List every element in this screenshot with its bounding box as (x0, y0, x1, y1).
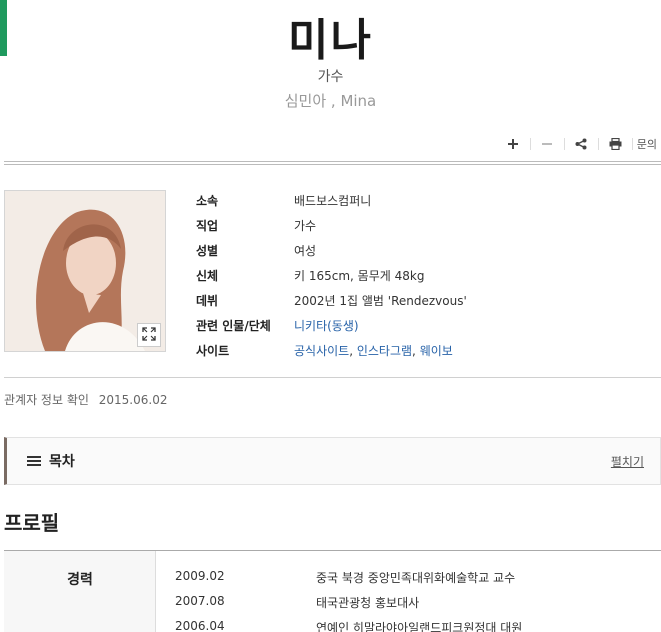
info-label: 데뷔 (196, 294, 219, 308)
weibo-link[interactable]: 웨이보 (420, 344, 453, 358)
official-site-link[interactable]: 공식사이트 (294, 344, 349, 358)
info-label: 성별 (196, 244, 219, 258)
info-label: 신체 (196, 269, 219, 283)
info-row-sites: 사이트 공식사이트, 인스타그램, 웨이보 (196, 338, 467, 363)
related-person-link[interactable]: 니키타(동생) (294, 317, 359, 334)
info-row-gender: 성별 여성 (196, 238, 467, 263)
printer-icon (609, 135, 622, 154)
person-alias: 심민아 , Mina (284, 92, 377, 110)
verification-date: 2015.06.02 (98, 393, 168, 407)
expand-icon (142, 326, 156, 345)
instagram-link[interactable]: 인스타그램 (357, 344, 412, 358)
toc-title: 목차 (49, 454, 75, 470)
info-value: 배드보스컴퍼니 (294, 194, 372, 208)
career-header-cell: 경력 (4, 551, 156, 632)
plus-icon (507, 135, 519, 154)
info-value: 여성 (294, 244, 317, 258)
career-date: 2009.02 (175, 569, 225, 583)
career-row: 2007.08 태국관광청 홍보대사 (175, 594, 522, 619)
career-table: 경력 2009.02 중국 북경 중앙민족대위화예술학교 교수 2007.08 … (4, 550, 661, 632)
print-button[interactable] (599, 135, 632, 153)
table-of-contents: 목차 펼치기 (4, 437, 661, 485)
info-divider (4, 377, 661, 378)
verification-label: 관계자 정보 확인 (4, 393, 89, 407)
comma-separator: , (349, 344, 357, 358)
profile-info: 소속 배드보스컴퍼니 직업 가수 성별 여성 신체 키 165cm, 몸무게 4… (196, 188, 467, 363)
info-value: 2002년 1집 앨범 'Rendezvous' (294, 294, 467, 308)
person-occupation: 가수 (317, 69, 344, 85)
career-date: 2007.08 (175, 594, 225, 608)
share-icon (575, 135, 587, 154)
remove-button[interactable] (531, 135, 564, 153)
info-label: 관련 인물/단체 (196, 319, 271, 333)
info-row-body: 신체 키 165cm, 몸무게 48kg (196, 263, 467, 288)
info-label: 사이트 (196, 344, 230, 358)
add-button[interactable] (497, 135, 530, 153)
info-row-related: 관련 인물/단체 니키타(동생) (196, 313, 467, 338)
inquiry-link[interactable]: 문의 (633, 136, 657, 152)
profile-photo[interactable] (4, 190, 166, 352)
info-row-occupation: 직업 가수 (196, 213, 467, 238)
info-value: 가수 (294, 219, 317, 233)
career-text: 연예인 히말라야아일랜드피크원정대 대원 (316, 621, 523, 632)
toolbar: 문의 (497, 135, 657, 153)
career-list: 2009.02 중국 북경 중앙민족대위화예술학교 교수 2007.08 태국관… (175, 569, 522, 632)
info-label: 직업 (196, 219, 219, 233)
info-row-agency: 소속 배드보스컴퍼니 (196, 188, 467, 213)
section-title: 프로필 (4, 511, 60, 535)
career-text: 중국 북경 중앙민족대위화예술학교 교수 (316, 571, 516, 585)
career-text: 태국관광청 홍보대사 (316, 596, 420, 610)
career-row: 2006.04 연예인 히말라야아일랜드피크원정대 대원 (175, 619, 522, 632)
verification-note: 관계자 정보 확인 2015.06.02 (4, 391, 167, 408)
site-links: 공식사이트, 인스타그램, 웨이보 (294, 342, 453, 359)
header-divider (4, 161, 661, 165)
expand-photo-button[interactable] (137, 323, 161, 347)
minus-icon (541, 135, 553, 154)
toc-expand-button[interactable]: 펼치기 (611, 453, 644, 470)
career-row: 2009.02 중국 북경 중앙민족대위화예술학교 교수 (175, 569, 522, 594)
career-date: 2006.04 (175, 619, 225, 632)
info-row-debut: 데뷔 2002년 1집 앨범 'Rendezvous' (196, 288, 467, 313)
info-value: 키 165cm, 몸무게 48kg (294, 269, 425, 283)
share-button[interactable] (565, 135, 598, 153)
person-name: 미나 (288, 15, 373, 66)
list-icon (27, 456, 41, 466)
info-label: 소속 (196, 194, 219, 208)
career-header: 경력 (67, 572, 93, 588)
comma-separator: , (412, 344, 420, 358)
